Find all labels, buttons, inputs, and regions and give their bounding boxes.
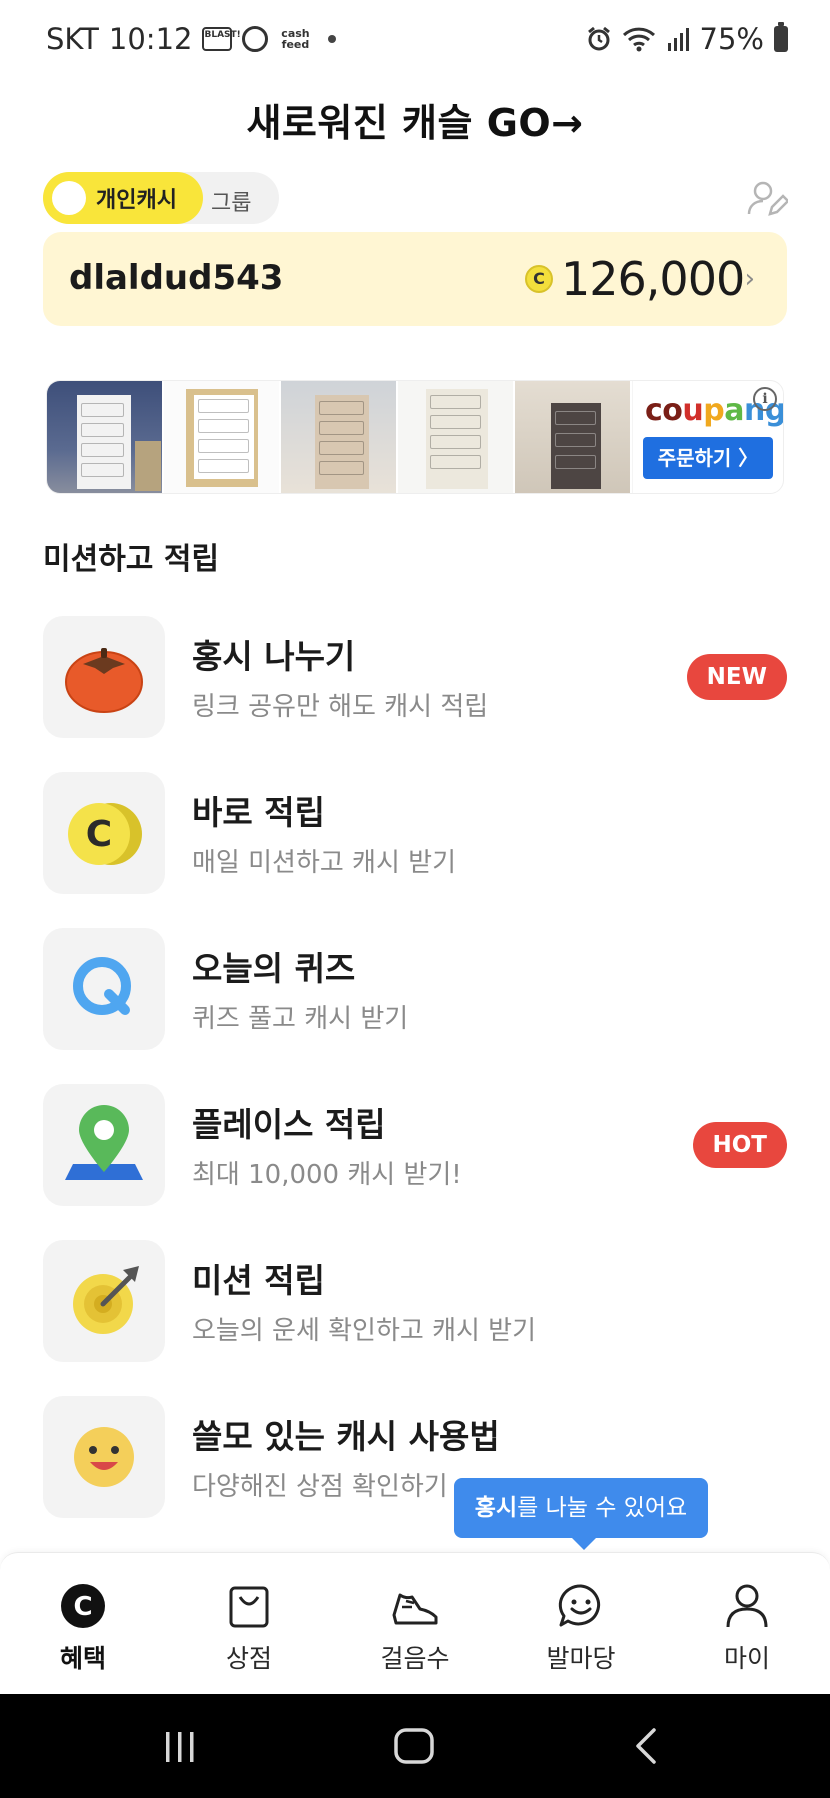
mission-item-daily-quiz[interactable]: 오늘의 퀴즈 퀴즈 풀고 캐시 받기 — [0, 928, 830, 1050]
ad-product-image[interactable] — [398, 381, 515, 493]
home-icon[interactable] — [392, 1694, 438, 1798]
toggle-knob — [52, 181, 86, 215]
tooltip-bold-text: 홍시 — [474, 1495, 518, 1521]
smiley-icon — [74, 1427, 134, 1487]
chat-smile-icon — [558, 1584, 601, 1627]
battery-percent: 75% — [699, 22, 764, 56]
ad-product-image[interactable] — [164, 381, 281, 493]
blast-app-icon: BLAST! — [202, 27, 241, 51]
hot-badge: HOT — [692, 1122, 787, 1168]
mission-subtitle: 오늘의 운세 확인하고 캐시 받기 — [192, 1316, 537, 1346]
edit-profile-icon[interactable] — [746, 178, 788, 220]
persimmon-icon — [65, 648, 143, 713]
coupang-brand-panel[interactable]: coupang i 주문하기 〉 — [633, 381, 783, 493]
back-icon[interactable] — [630, 1694, 662, 1798]
app-notification-icon — [242, 26, 269, 52]
share-tooltip[interactable]: 홍시를 나눌 수 있어요 — [454, 1478, 708, 1550]
tooltip-text: 를 나눌 수 있어요 — [517, 1495, 688, 1521]
username: dlaldud543 — [69, 258, 284, 298]
mission-title: 미션 적립 — [192, 1261, 325, 1300]
nav-label: 상점 — [225, 1644, 272, 1673]
nav-steps[interactable]: 걸음수 — [332, 1553, 498, 1695]
target-icon — [73, 1266, 139, 1334]
clock-time: 10:12 — [108, 22, 193, 56]
order-button[interactable]: 주문하기 〉 — [643, 437, 773, 479]
mission-item-share-persimmon[interactable]: 홍시 나누기 링크 공유만 해도 캐시 적립 NEW — [0, 616, 830, 738]
mission-subtitle: 퀴즈 풀고 캐시 받기 — [192, 1004, 409, 1034]
nav-label: 마이 — [723, 1644, 770, 1673]
mission-item-mission-earn[interactable]: 미션 적립 오늘의 운세 확인하고 캐시 받기 — [0, 1240, 830, 1362]
coupang-ad-banner[interactable]: coupang i 주문하기 〉 — [46, 380, 784, 494]
ad-info-icon[interactable]: i — [753, 387, 777, 411]
mission-title: 플레이스 적립 — [192, 1105, 386, 1144]
ad-product-image[interactable] — [281, 381, 398, 493]
cashfeed-app-icon: cash feed — [281, 27, 310, 51]
mission-icon-tile — [43, 616, 165, 738]
mission-title: 쓸모 있는 캐시 사용법 — [192, 1417, 500, 1456]
sneaker-icon — [392, 1593, 438, 1625]
svg-text:C: C — [73, 1592, 92, 1622]
mission-icon-tile — [43, 1084, 165, 1206]
alarm-icon — [587, 26, 610, 51]
cash-type-toggle[interactable]: 개인캐시 그룹 — [43, 172, 279, 224]
section-title: 미션하고 적립 — [43, 542, 220, 577]
wifi-icon — [622, 27, 655, 52]
person-icon — [726, 1584, 768, 1628]
svg-text:C: C — [86, 814, 112, 855]
nav-benefits[interactable]: C 혜택 — [0, 1553, 166, 1695]
nav-my[interactable]: 마이 — [664, 1553, 830, 1695]
battery-icon — [774, 22, 788, 52]
cash-c-icon: C — [61, 1584, 105, 1628]
mission-title: 오늘의 퀴즈 — [192, 949, 356, 988]
nav-label: 걸음수 — [380, 1644, 450, 1673]
nav-label: 발마당 — [546, 1644, 616, 1673]
toggle-group[interactable]: 그룹 — [211, 185, 251, 217]
mission-subtitle: 링크 공유만 해도 캐시 적립 — [192, 692, 489, 722]
balance-card[interactable]: dlaldud543 C 126,000 › — [43, 232, 787, 326]
signal-icon — [667, 28, 689, 51]
mission-icon-tile: C — [43, 772, 165, 894]
nav-label: 혜택 — [59, 1644, 106, 1673]
ad-product-image[interactable] — [515, 381, 632, 493]
cash-coin-icon: C — [525, 265, 553, 293]
carrier-label: SKT — [46, 22, 99, 56]
recent-apps-icon[interactable] — [160, 1694, 200, 1798]
chevron-right-icon: › — [744, 264, 755, 294]
mission-icon-tile — [43, 928, 165, 1050]
new-badge: NEW — [686, 654, 787, 700]
bottom-navigation: C 혜택 상점 걸음수 발마당 마이 — [0, 1552, 830, 1694]
ad-product-image[interactable] — [47, 381, 164, 493]
mission-subtitle: 최대 10,000 캐시 받기! — [192, 1160, 462, 1190]
more-notifications-dot-icon — [328, 35, 337, 43]
mission-item-instant-earn[interactable]: C 바로 적립 매일 미션하고 캐시 받기 — [0, 772, 830, 894]
promo-banner-link[interactable]: 새로워진 캐슬 GO→ — [0, 92, 830, 147]
toggle-personal-label: 개인캐시 — [96, 188, 177, 213]
coin-icon: C — [68, 803, 142, 865]
mission-title: 바로 적립 — [192, 793, 325, 832]
mission-title: 홍시 나누기 — [192, 637, 356, 676]
quiz-icon — [73, 957, 131, 1015]
status-bar: SKT 10:12 BLAST! cash feed 75% — [0, 0, 830, 80]
shopping-bag-icon — [229, 1586, 269, 1628]
cash-balance: 126,000 — [561, 252, 745, 306]
toggle-personal-cash[interactable]: 개인캐시 — [43, 172, 203, 224]
mission-item-place-earn[interactable]: 플레이스 적립 최대 10,000 캐시 받기! HOT — [0, 1084, 830, 1206]
nav-community[interactable]: 발마당 — [498, 1553, 664, 1695]
mission-subtitle: 다양해진 상점 확인하기 — [192, 1472, 448, 1502]
system-navigation-bar — [0, 1694, 830, 1798]
mission-icon-tile — [43, 1396, 165, 1518]
mission-icon-tile — [43, 1240, 165, 1362]
mission-subtitle: 매일 미션하고 캐시 받기 — [192, 848, 456, 878]
nav-store[interactable]: 상점 — [166, 1553, 332, 1695]
map-pin-icon — [65, 1105, 143, 1180]
